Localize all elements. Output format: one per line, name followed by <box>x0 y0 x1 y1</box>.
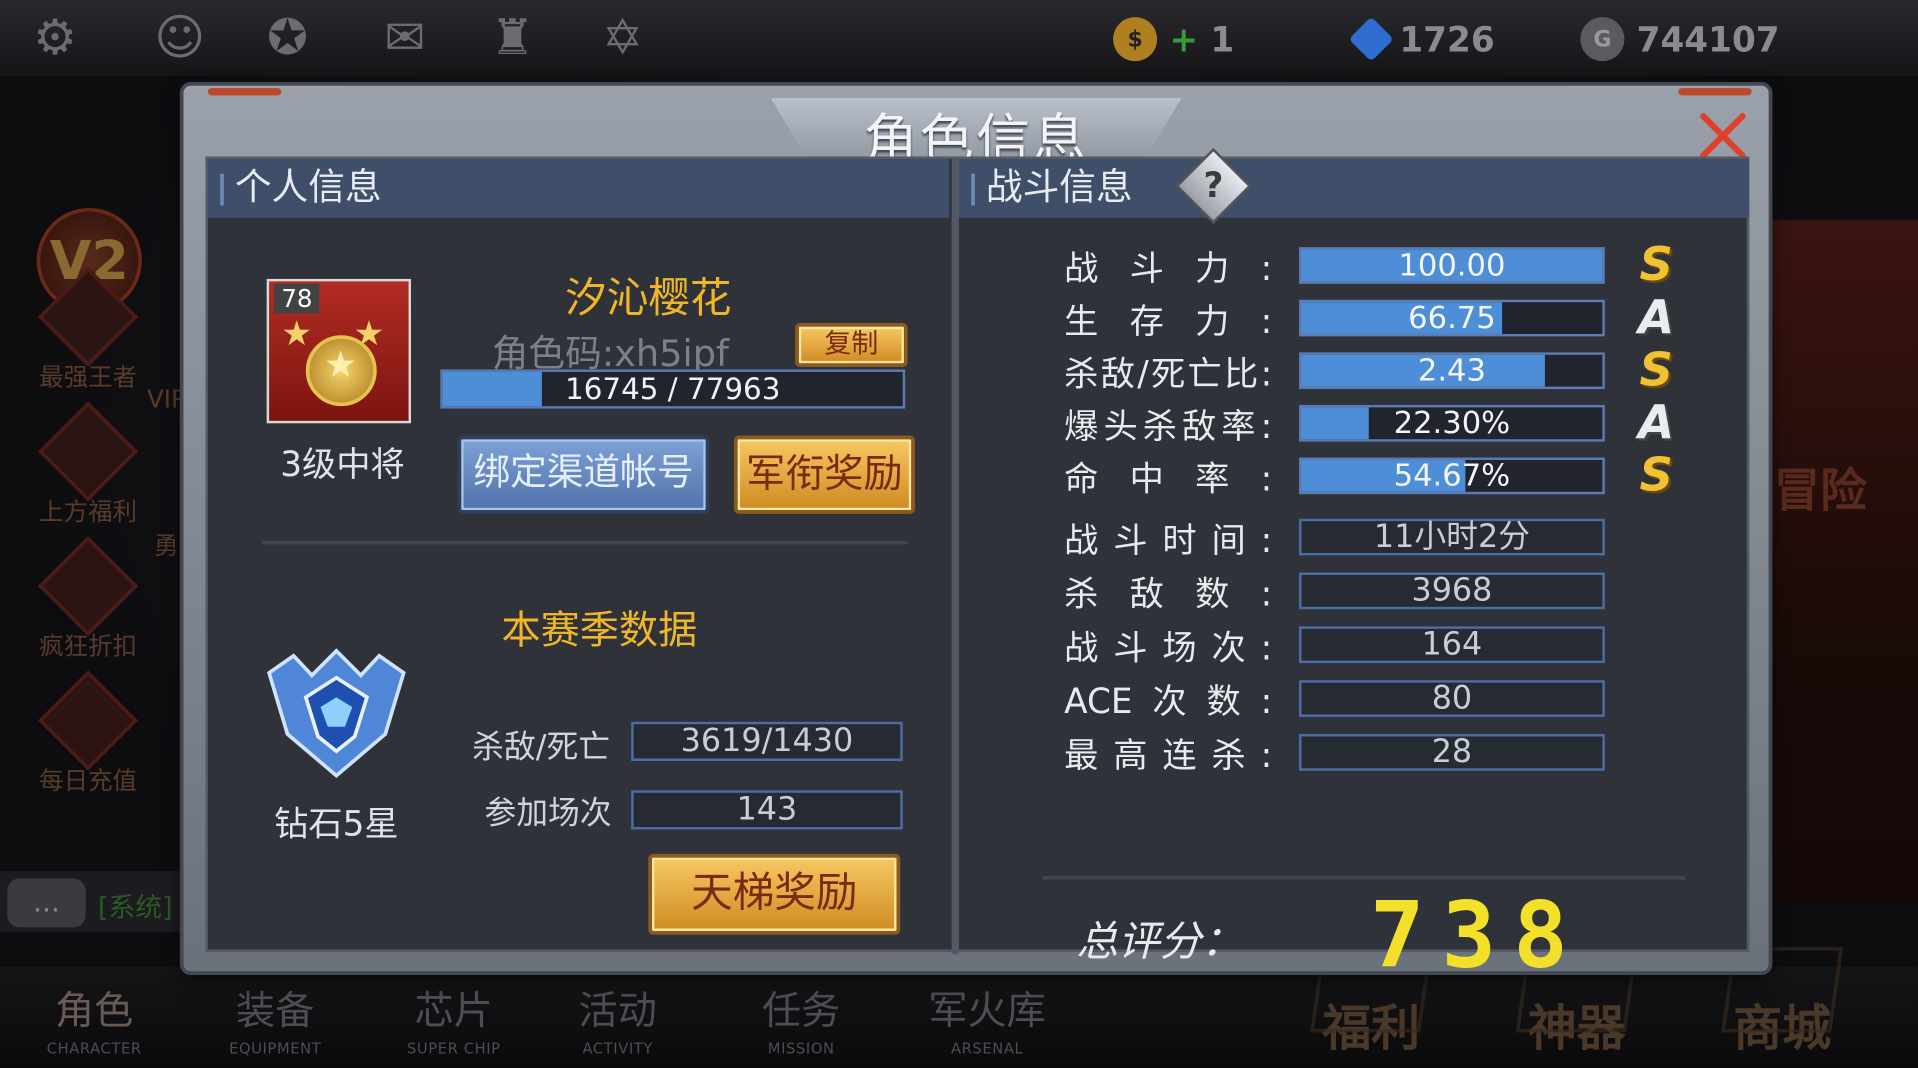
stat-label: 战斗时间: <box>1064 519 1273 561</box>
tab-activity[interactable]: 活动 ACTIVITY <box>526 989 709 1058</box>
mail-icon[interactable]: ✉ <box>372 7 438 68</box>
side-item-welfare[interactable]: 上方福利 <box>27 401 149 527</box>
diamond-value: 1726 <box>1399 18 1495 60</box>
stat-label: 命中率: <box>1064 458 1273 500</box>
event-banner[interactable]: 冒险 <box>1761 220 1918 906</box>
battle-info-header: 战斗信息 <box>958 159 1750 218</box>
player-name: 汐沁樱花 <box>565 274 732 323</box>
gp-coin-icon: G <box>1580 17 1625 62</box>
diamond-icon <box>1348 16 1394 62</box>
bottom-nav: 角色 CHARACTER 装备 EQUIPMENT 芯片 SUPER CHIP … <box>0 946 1918 1068</box>
total-score-label: 总评分： <box>1076 917 1243 967</box>
nav-artifact[interactable]: 神器 <box>1485 946 1668 1060</box>
nav-shop[interactable]: 商城 <box>1690 946 1873 1060</box>
game-screen: ⚙ ☺ ✪ ✉ ♜ ✡ $ + 1 1726 G 744107 V2 最强王者 … <box>0 0 1918 1068</box>
star-of-david-icon[interactable]: ✡ <box>590 7 656 68</box>
personal-info-header: 个人信息 <box>207 159 950 218</box>
stat-label: 生存力: <box>1064 300 1273 342</box>
kd-value: 3619/1430 <box>631 721 903 761</box>
gold-value: 1 <box>1210 18 1235 60</box>
stat-value: 66.75 <box>1408 299 1496 336</box>
bind-account-button[interactable]: 绑定渠道帐号 <box>457 435 710 514</box>
stat-label: 杀敌/死亡比: <box>1064 353 1273 394</box>
stat-value: 3968 <box>1299 572 1605 610</box>
stat-value: 54.67% <box>1393 457 1511 494</box>
total-divider <box>1042 875 1686 880</box>
chat-bar[interactable]: … [系统] <box>0 871 184 933</box>
tab-mission[interactable]: 任务 MISSION <box>709 989 892 1058</box>
stat-bar: 22.30% <box>1299 404 1605 442</box>
stat-label: ACE次数: <box>1064 681 1273 722</box>
grade-badge: S <box>1639 447 1673 502</box>
rank-reward-button[interactable]: 军衔奖励 <box>733 435 915 514</box>
wings-icon[interactable]: ✪ <box>254 7 320 68</box>
tab-arsenal[interactable]: 军火库 ARSENAL <box>895 989 1078 1058</box>
gp-currency[interactable]: G 744107 <box>1580 15 1780 64</box>
tab-equipment[interactable]: 装备 EQUIPMENT <box>183 989 366 1058</box>
stat-bar: 54.67% <box>1299 457 1605 495</box>
diamond-currency[interactable]: 1726 <box>1348 15 1495 64</box>
tab-character[interactable]: 角色 CHARACTER <box>2 989 185 1058</box>
close-icon[interactable] <box>1695 108 1749 162</box>
season-title: 本赛季数据 <box>501 606 698 654</box>
tier-name: 钻石5星 <box>274 803 399 845</box>
side-item-daily-recharge[interactable]: 每日充值 <box>27 670 149 796</box>
chat-icon[interactable]: … <box>7 878 86 928</box>
grade-badge: S <box>1639 342 1673 397</box>
gear-icon[interactable]: ⚙ <box>22 7 88 68</box>
stat-bar: 2.43 <box>1299 352 1605 390</box>
xp-text: 16745 / 77963 <box>565 371 781 407</box>
copy-button[interactable]: 复制 <box>795 322 908 368</box>
gp-value: 744107 <box>1636 18 1780 60</box>
stat-value: 28 <box>1299 734 1605 771</box>
top-bar: ⚙ ☺ ✪ ✉ ♜ ✡ $ + 1 1726 G 744107 <box>0 0 1918 76</box>
character-info-dialog: 角色信息 个人信息 78 ★★ 3级中将 汐沁樱花 角色码:xh5ipf 复制 … <box>183 85 1769 989</box>
stat-bar: 66.75 <box>1299 299 1605 337</box>
tab-chip[interactable]: 芯片 SUPER CHIP <box>362 989 545 1058</box>
stat-label: 战斗场次: <box>1064 627 1273 668</box>
stat-label: 爆头杀敌率: <box>1064 406 1273 447</box>
diamond-tier-icon <box>266 648 406 779</box>
grade-badge: A <box>1638 395 1675 449</box>
stat-value: 2.43 <box>1417 352 1486 388</box>
rank-name: 3级中将 <box>280 444 405 485</box>
side-menu: V2 最强王者 VIP特 上方福利 勇者 疯狂折扣 每日充值 <box>0 98 210 954</box>
friends-icon[interactable]: ☺ <box>147 7 213 68</box>
stat-label: 最高连杀: <box>1064 735 1273 776</box>
stat-bar: 100.00 <box>1299 247 1605 284</box>
chat-text: [系统] <box>97 893 173 924</box>
matches-value: 143 <box>631 790 903 830</box>
pane-divider <box>951 159 959 955</box>
stat-value: 11小时2分 <box>1299 518 1605 556</box>
trophy-icon[interactable]: ♜ <box>479 7 545 68</box>
side-item-strongest[interactable]: 最强王者 <box>27 266 149 392</box>
side-item-discount[interactable]: 疯狂折扣 <box>27 535 149 662</box>
stat-value: 100.00 <box>1398 247 1506 283</box>
total-score: 738 <box>1369 883 1585 989</box>
grade-badge: S <box>1639 237 1673 292</box>
kd-label: 杀敌/死亡 <box>472 729 611 766</box>
ladder-reward-button[interactable]: 天梯奖励 <box>648 853 901 935</box>
stat-label: 杀敌数: <box>1064 573 1273 615</box>
matches-label: 参加场次 <box>484 795 612 832</box>
xp-progress-bar: 16745 / 77963 <box>440 369 906 409</box>
level-badge: 78 <box>273 283 320 314</box>
rank-insignia-icon: 78 ★★ <box>266 278 411 424</box>
stat-value: 80 <box>1299 680 1605 717</box>
gold-coin-icon: $ <box>1113 17 1158 62</box>
stat-value: 22.30% <box>1393 404 1511 441</box>
stat-label: 战斗力: <box>1064 248 1273 289</box>
nav-welfare[interactable]: 福利 <box>1279 946 1462 1060</box>
section-divider <box>261 540 908 545</box>
stat-value: 164 <box>1299 626 1605 664</box>
dialog-body: 个人信息 78 ★★ 3级中将 汐沁樱花 角色码:xh5ipf 复制 16745… <box>205 147 1750 989</box>
gold-currency[interactable]: $ + 1 <box>1113 15 1234 64</box>
grade-badge: A <box>1638 289 1675 344</box>
